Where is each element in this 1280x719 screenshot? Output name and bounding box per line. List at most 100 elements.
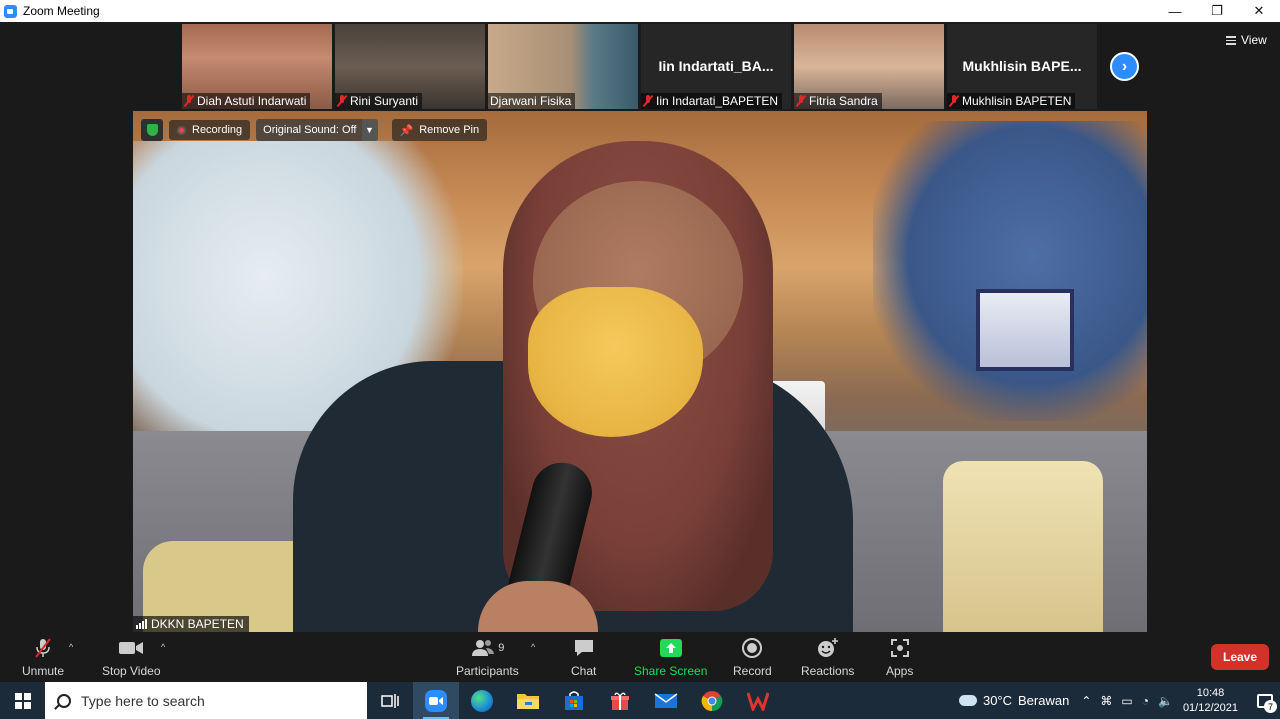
stop-video-label: Stop Video [102, 664, 161, 678]
wps-office-icon[interactable] [735, 682, 781, 719]
participant-name: Fitria Sandra [809, 94, 878, 108]
unmute-button[interactable]: Unmute [22, 638, 64, 678]
recording-indicator[interactable]: Recording [169, 120, 251, 140]
stop-video-button[interactable]: Stop Video [102, 638, 161, 678]
reactions-label: Reactions [801, 664, 855, 678]
edge-browser-icon[interactable] [459, 682, 505, 719]
clock-date: 01/12/2021 [1182, 701, 1238, 714]
participant-tile[interactable]: Mukhlisin BAPE... Mukhlisin BAPETEN [947, 24, 1097, 109]
minimize-button[interactable]: — [1154, 0, 1196, 22]
weather-widget[interactable]: 30°C Berawan [956, 691, 1069, 708]
microsoft-store-icon[interactable] [551, 682, 597, 719]
notification-center-icon[interactable]: 7 [1250, 682, 1280, 719]
participant-tile[interactable]: Diah Astuti Indarwati [182, 24, 332, 109]
remove-pin-button[interactable]: 📌 Remove Pin [391, 119, 488, 141]
close-button[interactable]: ✕ [1238, 0, 1280, 22]
chrome-icon[interactable] [689, 682, 735, 719]
window-titlebar: Zoom Meeting — ❐ ✕ [0, 0, 1280, 22]
video-options-caret-icon[interactable]: ^ [161, 642, 165, 652]
apps-label: Apps [886, 664, 914, 678]
apps-icon [889, 638, 911, 658]
partly-cloudy-icon [956, 691, 977, 706]
mic-muted-icon [32, 638, 54, 658]
taskbar-search-box[interactable]: Type here to search [45, 682, 367, 719]
restore-button[interactable]: ❐ [1196, 0, 1238, 22]
participant-strip: Diah Astuti Indarwati Rini Suryanti Djar… [182, 24, 1097, 109]
leave-button[interactable]: Leave [1211, 644, 1269, 670]
zoom-app-icon [4, 4, 17, 18]
video-camera-icon [118, 638, 144, 658]
remove-pin-label: Remove Pin [419, 124, 480, 136]
next-page-arrow-icon[interactable]: › [1110, 52, 1139, 81]
participant-name: Djarwani Fisika [490, 94, 572, 108]
mic-muted-icon [796, 95, 806, 107]
reactions-button[interactable]: Reactions [801, 638, 854, 678]
share-screen-icon [659, 638, 683, 658]
mic-muted-icon [184, 95, 194, 107]
chat-label: Chat [571, 664, 597, 678]
participant-name: Rini Suryanti [350, 94, 419, 108]
task-view-icon[interactable] [367, 682, 413, 719]
record-icon [741, 638, 763, 658]
view-grid-icon [1226, 35, 1236, 45]
search-placeholder: Type here to search [81, 692, 205, 709]
volume-icon[interactable]: 🔈 [1158, 694, 1173, 708]
tray-icons: ⌃ ⌘ ▭ ◔ 🔈 [1081, 694, 1173, 708]
participant-tile[interactable]: Iin Indartati_BA... Iin Indartati_BAPETE… [641, 24, 791, 109]
mic-muted-icon [337, 95, 347, 107]
recording-label: Recording [192, 124, 243, 136]
participants-label: Participants [456, 664, 519, 678]
participant-tile[interactable]: Djarwani Fisika [488, 24, 638, 109]
participant-name-tag: Rini Suryanti [335, 93, 423, 109]
participants-button[interactable]: 9 Participants [456, 638, 519, 678]
original-sound-label: Original Sound: Off [263, 124, 357, 136]
audio-options-caret-icon[interactable]: ^ [69, 642, 73, 652]
pinned-speaker-video[interactable]: Recording Original Sound: Off ▼ 📌 Remove… [133, 111, 1147, 632]
windows-taskbar: Type here to search 30°C Berawan ⌃ ⌘ ▭ ◔… [0, 682, 1280, 719]
gift-box [976, 289, 1074, 371]
battery-icon[interactable]: ▭ [1121, 694, 1132, 708]
weather-temperature: 30°C [982, 693, 1013, 708]
participant-name: Mukhlisin BAPETEN [962, 94, 1072, 108]
participant-tile[interactable]: Rini Suryanti [335, 24, 485, 109]
apps-button[interactable]: Apps [886, 638, 913, 678]
participant-tile[interactable]: Fitria Sandra [794, 24, 944, 109]
participants-options-caret-icon[interactable]: ^ [531, 642, 535, 652]
original-sound-toggle[interactable]: Original Sound: Off ▼ [256, 119, 378, 141]
meeting-toolbar: Unmute ^ Stop Video ^ 9 Participants ^ C… [0, 632, 1280, 682]
video-overlay-controls: Recording Original Sound: Off ▼ 📌 Remove… [141, 119, 488, 141]
pin-icon: 📌 [399, 124, 414, 137]
taskbar-clock[interactable]: 10:48 01/12/2021 [1183, 686, 1238, 716]
start-button[interactable] [0, 682, 45, 719]
participant-display-name: Iin Indartati_BA... [658, 58, 774, 74]
chevron-down-icon[interactable]: ▼ [361, 119, 378, 141]
mic-muted-icon [643, 95, 653, 107]
chat-button[interactable]: Chat [571, 638, 596, 678]
record-button[interactable]: Record [733, 638, 772, 678]
wifi-icon[interactable]: ◔ [1142, 694, 1149, 708]
clock-time: 10:48 [1196, 686, 1225, 699]
recording-dot-icon [177, 125, 186, 135]
smiley-plus-icon [816, 638, 840, 658]
encryption-shield-icon[interactable] [141, 119, 163, 141]
participant-name: Iin Indartati_BAPETEN [656, 94, 779, 108]
chevron-up-icon[interactable]: ⌃ [1081, 694, 1091, 708]
background-person-right [873, 121, 1147, 421]
participant-display-name: Mukhlisin BAPE... [962, 58, 1082, 74]
file-explorer-icon[interactable] [505, 682, 551, 719]
meet-now-icon[interactable]: ⌘ [1100, 694, 1112, 708]
search-icon [57, 693, 71, 708]
share-screen-label: Share Screen [634, 664, 708, 678]
participant-name-tag: Iin Indartati_BAPETEN [641, 93, 783, 109]
gift-icon[interactable] [597, 682, 643, 719]
participant-name: Diah Astuti Indarwati [197, 94, 307, 108]
participant-name-tag: Mukhlisin BAPETEN [947, 93, 1076, 109]
view-label: View [1241, 33, 1267, 47]
view-button[interactable]: View [1226, 33, 1267, 47]
mail-icon[interactable] [643, 682, 689, 719]
record-label: Record [733, 664, 772, 678]
participant-name-tag: Diah Astuti Indarwati [182, 93, 311, 109]
share-screen-button[interactable]: Share Screen [634, 638, 707, 678]
speaker-name: DKKN BAPETEN [151, 617, 244, 631]
zoom-taskbar-icon[interactable] [413, 682, 459, 719]
